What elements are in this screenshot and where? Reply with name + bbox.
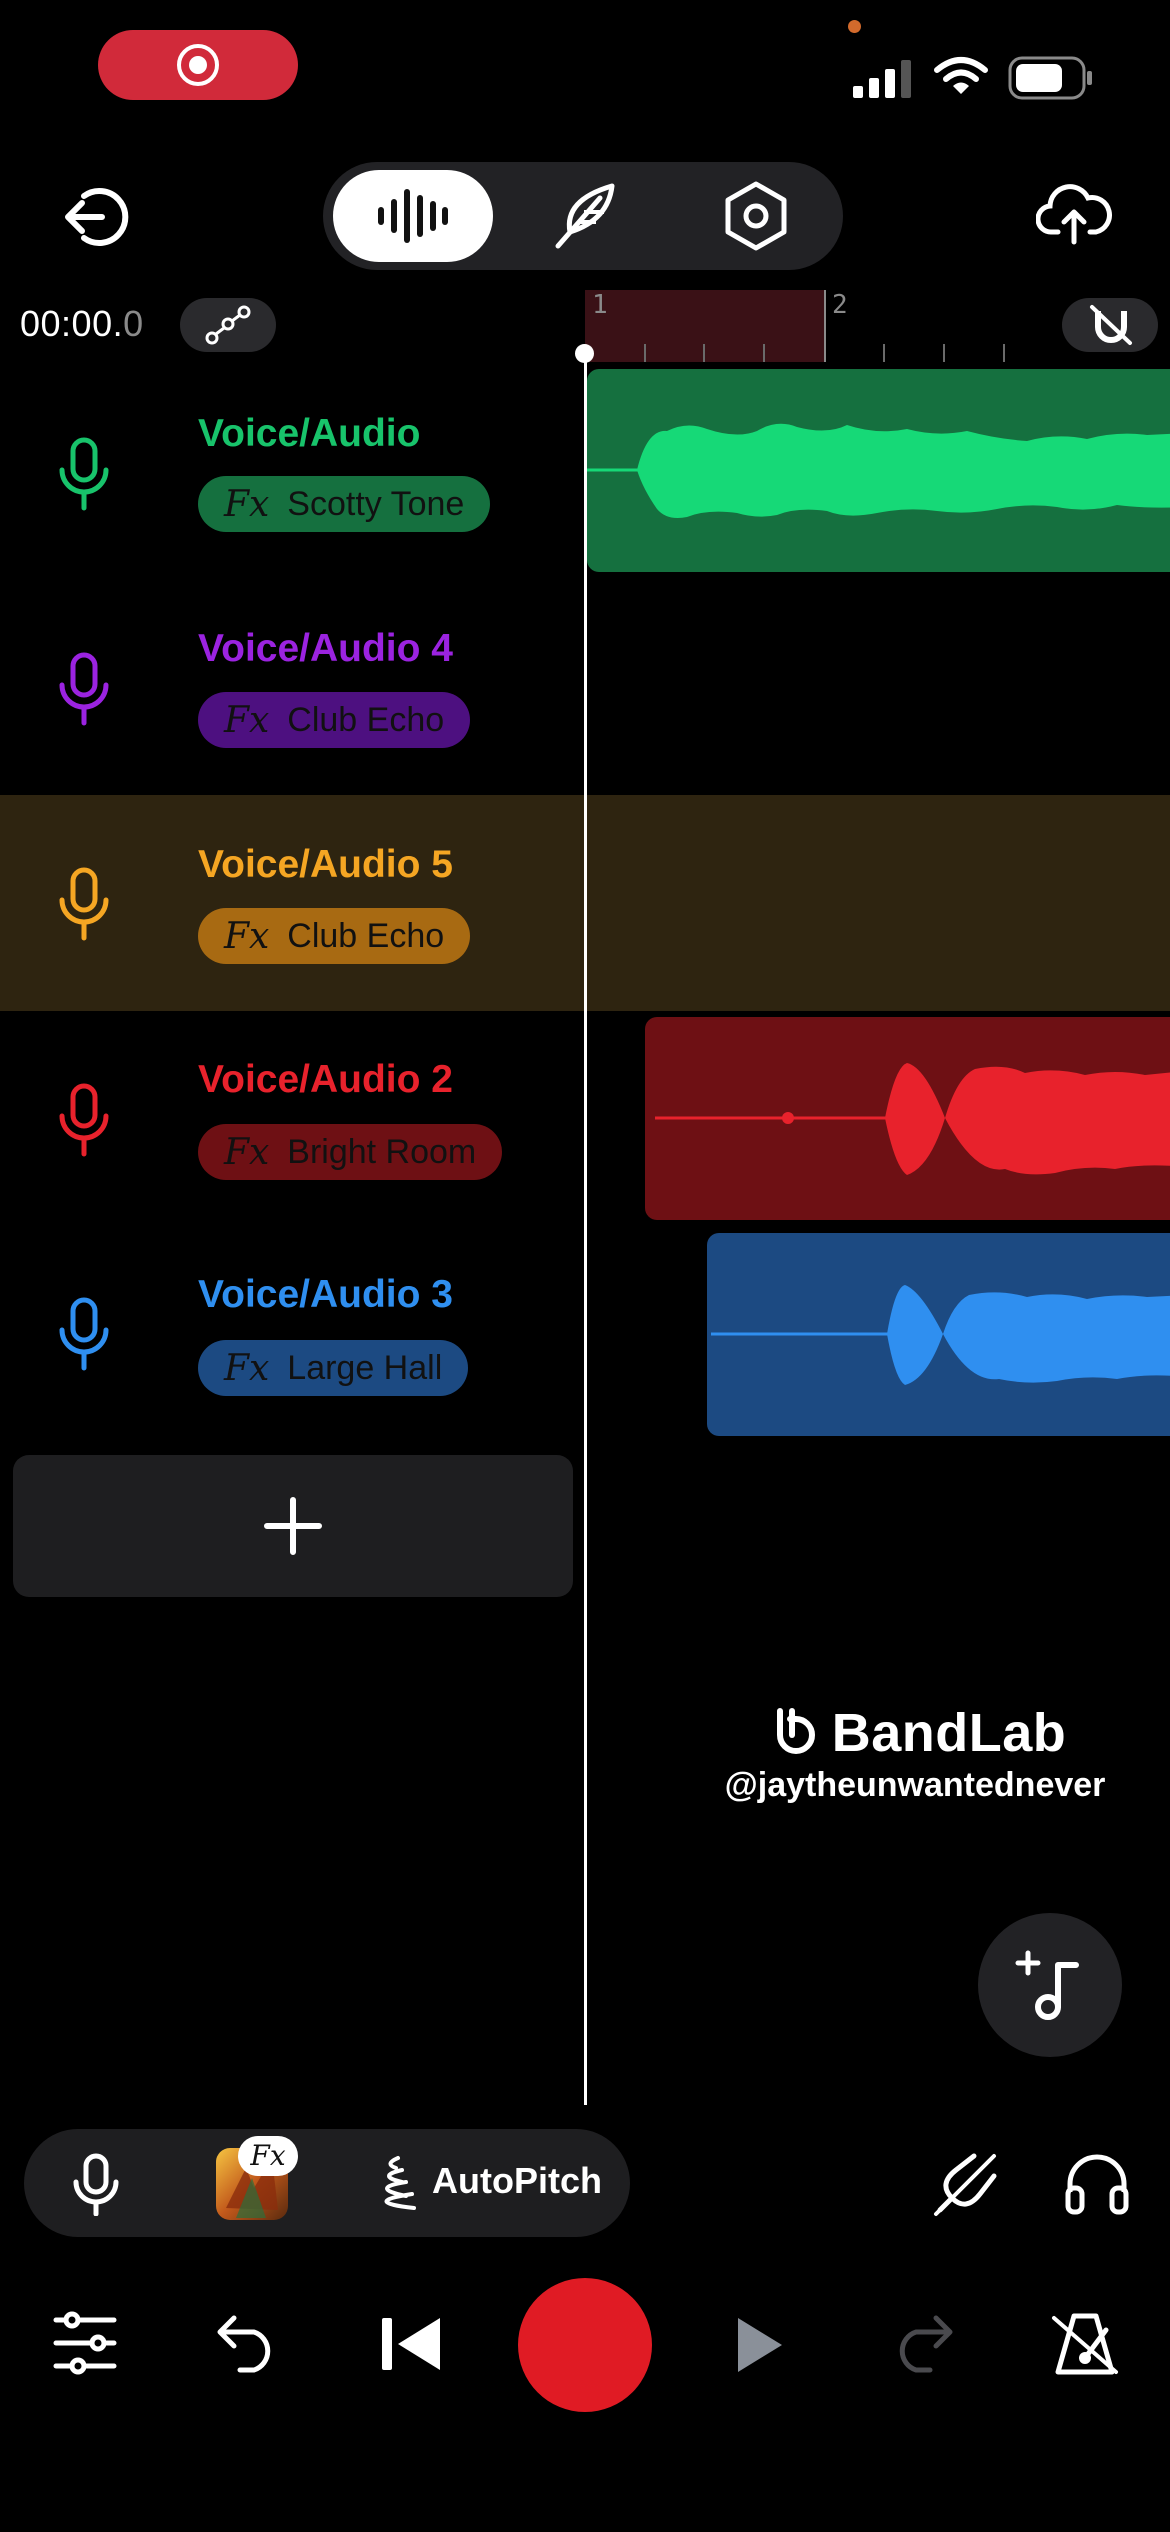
ruler-tick xyxy=(883,344,885,362)
track-fx-button[interactable]: Fx Club Echo xyxy=(198,908,471,964)
automation-button[interactable] xyxy=(180,298,276,352)
effect-name: Large Hall xyxy=(287,1348,443,1387)
skip-back-icon[interactable] xyxy=(378,2314,444,2374)
track-name[interactable]: Voice/Audio 3 xyxy=(198,1273,453,1317)
magnet-off-icon xyxy=(1090,305,1132,345)
loop-region[interactable] xyxy=(585,290,825,362)
clip-waveform xyxy=(587,423,1170,518)
record-button[interactable] xyxy=(518,2278,652,2412)
track-mic-icon[interactable] xyxy=(56,866,112,942)
track-mic-icon[interactable] xyxy=(56,1296,112,1372)
effect-name: Club Echo xyxy=(287,700,445,739)
wifi-icon xyxy=(934,57,988,94)
effect-name: Bright Room xyxy=(287,1132,477,1171)
autopitch-icon xyxy=(384,2156,416,2210)
ruler-tick xyxy=(763,344,765,362)
settings-hex-icon[interactable] xyxy=(722,180,790,252)
clip-waveform xyxy=(655,1063,1170,1175)
clip-waveform xyxy=(711,1285,1170,1385)
record-icon xyxy=(177,44,219,86)
fx-label: Fx xyxy=(224,699,270,741)
brand-name: BandLab xyxy=(831,1703,1067,1763)
add-music-note-icon xyxy=(1015,1950,1079,2020)
fx-label: Fx xyxy=(224,915,270,957)
effect-name: Club Echo xyxy=(287,916,445,955)
track-name[interactable]: Voice/Audio xyxy=(198,412,420,456)
ruler-mark-1: 1 xyxy=(592,290,608,320)
playhead-handle[interactable] xyxy=(575,344,594,363)
ruler-tick xyxy=(644,344,646,362)
bandlab-watermark: BandLab @jaytheunwantednever xyxy=(700,1702,1130,1805)
timecode-display: 00:00.0 xyxy=(20,303,144,345)
signal-icon xyxy=(853,60,911,98)
audio-clip[interactable] xyxy=(645,1017,1170,1220)
snap-toggle-button[interactable] xyxy=(1062,298,1158,352)
headphones-icon[interactable] xyxy=(1062,2150,1132,2216)
plus-icon xyxy=(264,1497,322,1555)
exit-icon[interactable] xyxy=(62,184,132,250)
timecode-main: 00:00. xyxy=(20,303,124,344)
camera-indicator-dot xyxy=(848,20,861,33)
mixer-icon[interactable] xyxy=(52,2310,118,2376)
play-icon[interactable] xyxy=(734,2314,786,2376)
loop-end-marker xyxy=(824,290,826,362)
ruler-tick xyxy=(943,344,945,362)
ruler-mark-2: 2 xyxy=(832,290,848,320)
audio-clip[interactable] xyxy=(707,1233,1170,1436)
track-fx-button[interactable]: Fx Bright Room xyxy=(198,1124,503,1180)
redo-icon[interactable] xyxy=(888,2312,956,2374)
battery-icon xyxy=(1008,56,1092,100)
bandlab-logo-icon xyxy=(776,1708,815,1754)
watermark-username: @jaytheunwantednever xyxy=(724,1766,1106,1804)
effect-name: Scotty Tone xyxy=(287,484,465,523)
ruler-tick xyxy=(703,344,705,362)
mic-icon[interactable] xyxy=(72,2152,120,2216)
track-mic-icon[interactable] xyxy=(56,1082,112,1158)
ruler-tick xyxy=(1003,344,1005,362)
waveform-icon[interactable] xyxy=(375,188,451,244)
fx-label: Fx xyxy=(224,1347,270,1389)
track-mic-icon[interactable] xyxy=(56,651,112,727)
track-name[interactable]: Voice/Audio 4 xyxy=(198,627,453,671)
automation-icon xyxy=(205,305,251,345)
track-mic-icon[interactable] xyxy=(56,436,112,512)
cloud-upload-icon[interactable] xyxy=(1036,182,1112,246)
track-fx-button[interactable]: Fx Club Echo xyxy=(198,692,471,748)
audio-clip[interactable] xyxy=(587,369,1170,572)
add-instrument-button[interactable] xyxy=(978,1913,1122,2057)
track-name[interactable]: Voice/Audio 5 xyxy=(198,843,453,887)
add-track-button[interactable] xyxy=(13,1455,573,1597)
fx-badge: Fx xyxy=(238,2136,298,2176)
playhead[interactable] xyxy=(584,350,587,2105)
track-fx-button[interactable]: Fx Scotty Tone xyxy=(198,476,491,532)
undo-icon[interactable] xyxy=(214,2312,282,2374)
tuning-fork-off-icon[interactable] xyxy=(930,2150,1000,2220)
screen-recording-indicator[interactable] xyxy=(98,30,298,100)
metronome-off-icon[interactable] xyxy=(1050,2310,1120,2378)
timecode-fraction: 0 xyxy=(123,303,144,344)
fx-label: Fx xyxy=(224,1131,270,1173)
track-fx-button[interactable]: Fx Large Hall xyxy=(198,1340,469,1396)
fx-label: Fx xyxy=(224,483,270,525)
feather-icon[interactable] xyxy=(550,180,620,252)
track-name[interactable]: Voice/Audio 2 xyxy=(198,1058,453,1102)
autopitch-button[interactable]: AutoPitch xyxy=(432,2160,602,2202)
